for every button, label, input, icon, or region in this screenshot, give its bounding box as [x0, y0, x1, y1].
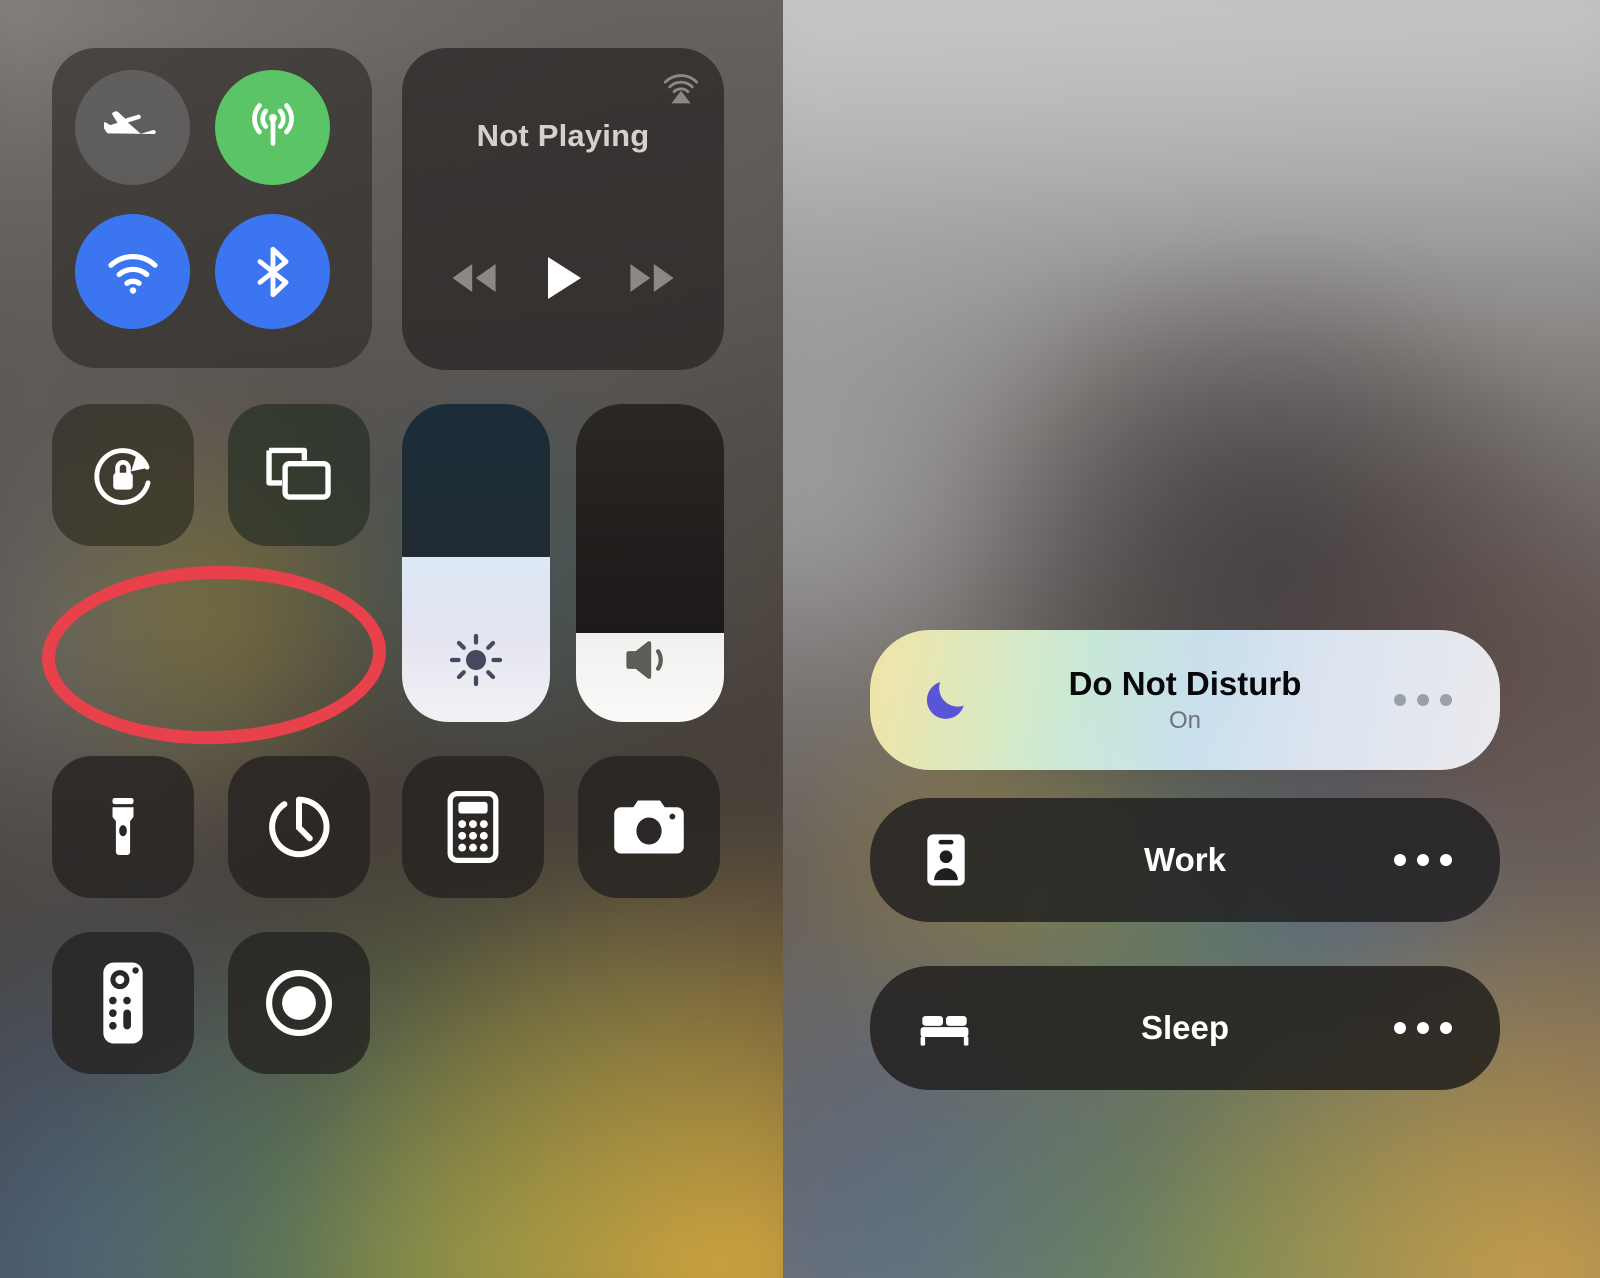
bluetooth-icon — [215, 214, 330, 329]
calculator-icon — [402, 756, 544, 898]
focus-mode-do-not-disturb[interactable]: Do Not Disturb On — [870, 630, 1500, 770]
fast-forward-icon[interactable] — [621, 256, 683, 300]
calculator-button[interactable] — [402, 756, 544, 898]
focus-modes-panel: Do Not Disturb On Work Sleep — [783, 0, 1600, 1278]
ellipsis-dot — [1417, 854, 1429, 866]
flashlight-button[interactable] — [52, 756, 194, 898]
ellipsis-dot — [1440, 694, 1452, 706]
screen-mirroring-button[interactable] — [228, 404, 370, 546]
bluetooth-button[interactable] — [215, 214, 330, 329]
play-icon[interactable] — [532, 256, 594, 300]
rotation-lock-icon — [52, 404, 194, 546]
ellipsis-dot — [1440, 1022, 1452, 1034]
airplane-mode-button[interactable] — [75, 70, 190, 185]
ellipsis-dot — [1394, 694, 1406, 706]
screenshot-root: Not Playing Do Not Disturb On Work Sleep — [0, 0, 1600, 1278]
rewind-icon[interactable] — [443, 256, 505, 300]
cellular-icon — [215, 70, 330, 185]
flashlight-icon — [52, 756, 194, 898]
brightness-slider[interactable] — [402, 404, 550, 722]
apple-tv-remote-button[interactable] — [52, 932, 194, 1074]
timer-button[interactable] — [228, 756, 370, 898]
focus-mode-status: On — [1168, 707, 1201, 734]
volume-slider[interactable] — [576, 404, 724, 722]
focus-mode-sleep[interactable]: Sleep — [870, 966, 1500, 1090]
ellipsis-dot — [1417, 1022, 1429, 1034]
media-player-module[interactable]: Not Playing — [402, 48, 724, 370]
apple-tv-remote-icon — [52, 932, 194, 1074]
ellipsis-dot — [1394, 1022, 1406, 1034]
timer-icon — [228, 756, 370, 898]
screen-record-icon — [228, 932, 370, 1074]
more-options-button-work[interactable] — [1394, 854, 1452, 866]
airplay-icon[interactable] — [658, 66, 704, 112]
media-title: Not Playing — [476, 118, 650, 153]
wifi-button[interactable] — [75, 214, 190, 329]
airplane-icon — [75, 70, 190, 185]
connectivity-module — [52, 48, 372, 368]
volume-icon — [576, 632, 724, 688]
rotation-lock-button[interactable] — [52, 404, 194, 546]
ellipsis-dot — [1394, 854, 1406, 866]
more-options-button-sleep[interactable] — [1394, 1022, 1452, 1034]
ellipsis-dot — [1440, 854, 1452, 866]
brightness-icon — [402, 630, 550, 690]
camera-button[interactable] — [578, 756, 720, 898]
screen-record-button[interactable] — [228, 932, 370, 1074]
focus-mode-work[interactable]: Work — [870, 798, 1500, 922]
more-options-button-do-not-disturb[interactable] — [1394, 694, 1452, 706]
camera-icon — [578, 756, 720, 898]
ellipsis-dot — [1417, 694, 1429, 706]
wifi-icon — [75, 214, 190, 329]
screen-mirroring-icon — [228, 404, 370, 546]
media-controls — [402, 256, 724, 300]
cellular-data-button[interactable] — [215, 70, 330, 185]
control-center-panel: Not Playing — [0, 0, 783, 1278]
